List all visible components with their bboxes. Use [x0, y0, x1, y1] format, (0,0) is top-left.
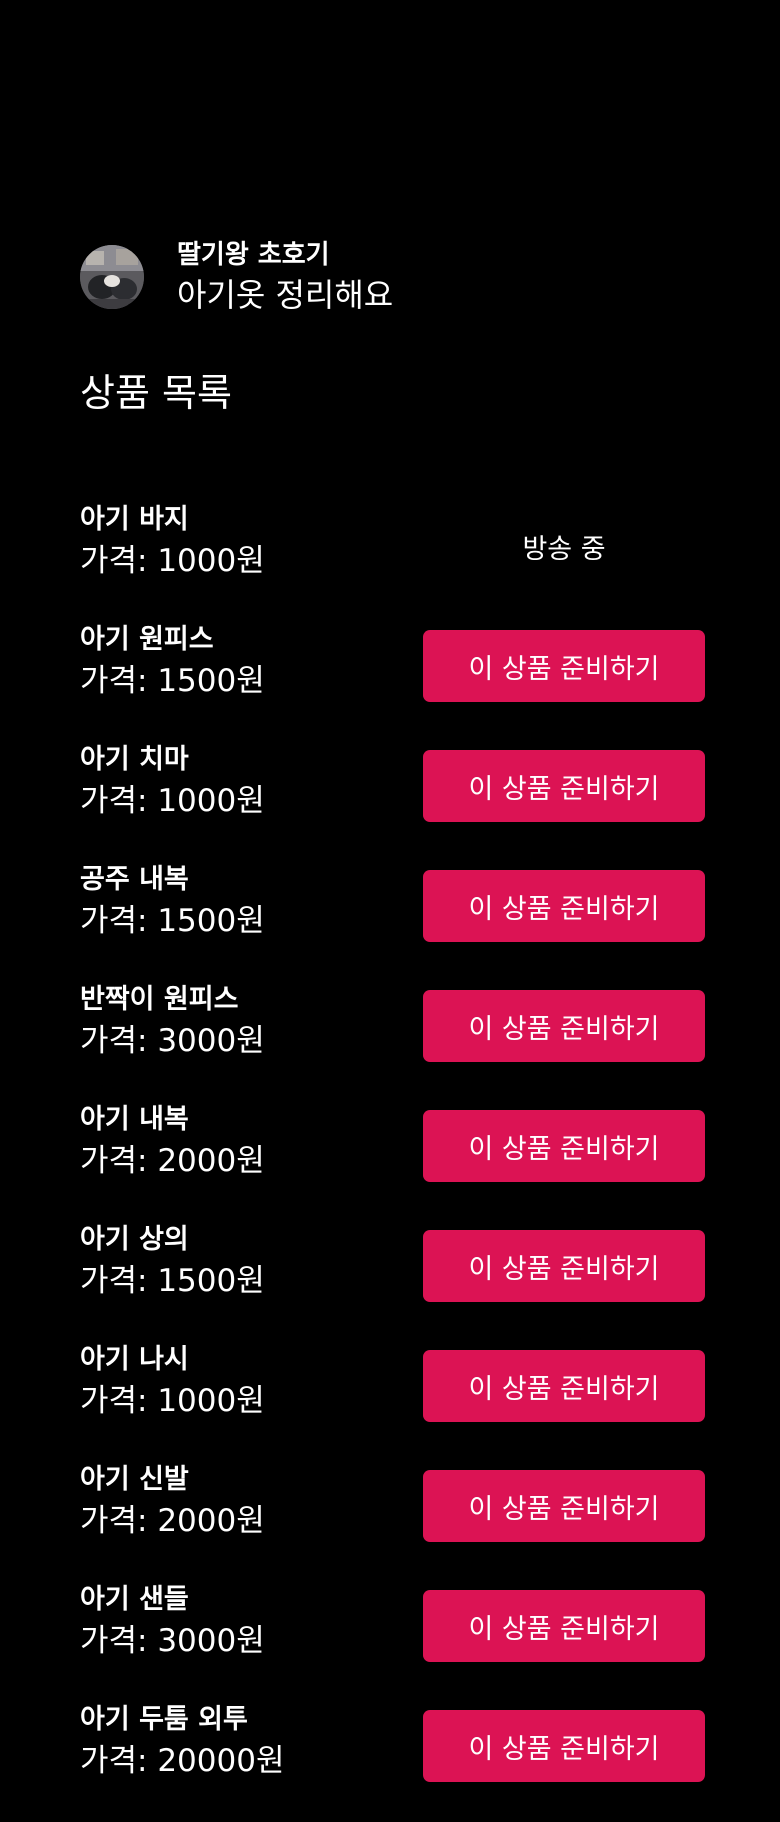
product-name: 아기 나시	[80, 1344, 189, 1375]
avatar-photo-icon	[80, 245, 144, 309]
product-list: 아기 바지 가격: 1000원 방송 중 아기 원피스 가격: 1500원 이 상품…	[80, 502, 705, 1822]
product-row: 아기 내복가격: 2000원 이 상품 준비하기	[80, 1102, 705, 1222]
prepare-product-button[interactable]: 이 상품 준비하기	[423, 1470, 705, 1542]
product-row: 반짝이 원피스가격: 3000원 이 상품 준비하기	[80, 982, 705, 1102]
product-price: 가격: 3000원	[80, 1623, 265, 1659]
prepare-product-button[interactable]: 이 상품 준비하기	[423, 750, 705, 822]
product-price: 가격: 1000원	[80, 543, 265, 579]
product-name: 아기 상의	[80, 1224, 189, 1255]
prepare-product-button[interactable]: 이 상품 준비하기	[423, 1710, 705, 1782]
prepare-product-button[interactable]: 이 상품 준비하기	[423, 1350, 705, 1422]
prepare-product-button[interactable]: 이 상품 준비하기	[423, 1230, 705, 1302]
prepare-product-button[interactable]: 이 상품 준비하기	[423, 990, 705, 1062]
product-price: 가격: 20000원	[80, 1743, 285, 1779]
product-row: 아기 상의가격: 1500원 이 상품 준비하기	[80, 1222, 705, 1342]
product-price: 가격: 1000원	[80, 783, 265, 819]
product-name: 공주 내복	[80, 864, 189, 895]
prepare-product-button[interactable]: 이 상품 준비하기	[423, 1110, 705, 1182]
product-name: 아기 두툼 외투	[80, 1704, 248, 1735]
product-name: 아기 신발	[80, 1464, 189, 1495]
product-price: 가격: 1500원	[80, 1263, 265, 1299]
prepare-product-button[interactable]: 이 상품 준비하기	[423, 630, 705, 702]
product-row: 아기 원피스가격: 1500원 이 상품 준비하기	[80, 622, 705, 742]
product-price: 가격: 2000원	[80, 1503, 265, 1539]
on-air-status: 방송 중	[522, 534, 606, 565]
seller-profile: 딸기왕 초호기 아기옷 정리해요	[80, 238, 393, 316]
product-row: 아기 바지 가격: 1000원 방송 중	[80, 502, 705, 622]
seller-name: 딸기왕 초호기	[177, 240, 330, 270]
product-name: 반짝이 원피스	[80, 984, 239, 1015]
product-name: 아기 내복	[80, 1104, 189, 1135]
broadcast-title: 아기옷 정리해요	[177, 276, 394, 314]
product-name: 아기 치마	[80, 744, 189, 775]
product-price: 가격: 1500원	[80, 903, 265, 939]
product-row: 아기 두툼 외투가격: 20000원 이 상품 준비하기	[80, 1702, 705, 1822]
avatar[interactable]	[80, 245, 144, 309]
product-price: 가격: 1500원	[80, 663, 265, 699]
prepare-product-button[interactable]: 이 상품 준비하기	[423, 870, 705, 942]
product-row: 아기 치마가격: 1000원 이 상품 준비하기	[80, 742, 705, 862]
prepare-product-button[interactable]: 이 상품 준비하기	[423, 1590, 705, 1662]
product-name: 아기 샌들	[80, 1584, 189, 1615]
product-row: 아기 나시가격: 1000원 이 상품 준비하기	[80, 1342, 705, 1462]
section-title: 상품 목록	[80, 371, 232, 415]
product-price: 가격: 1000원	[80, 1383, 265, 1419]
product-price: 가격: 3000원	[80, 1023, 265, 1059]
product-price: 가격: 2000원	[80, 1143, 265, 1179]
product-row: 아기 샌들가격: 3000원 이 상품 준비하기	[80, 1582, 705, 1702]
product-row: 아기 신발가격: 2000원 이 상품 준비하기	[80, 1462, 705, 1582]
product-name: 아기 원피스	[80, 624, 214, 655]
product-row: 공주 내복가격: 1500원 이 상품 준비하기	[80, 862, 705, 982]
product-name: 아기 바지	[80, 504, 189, 535]
